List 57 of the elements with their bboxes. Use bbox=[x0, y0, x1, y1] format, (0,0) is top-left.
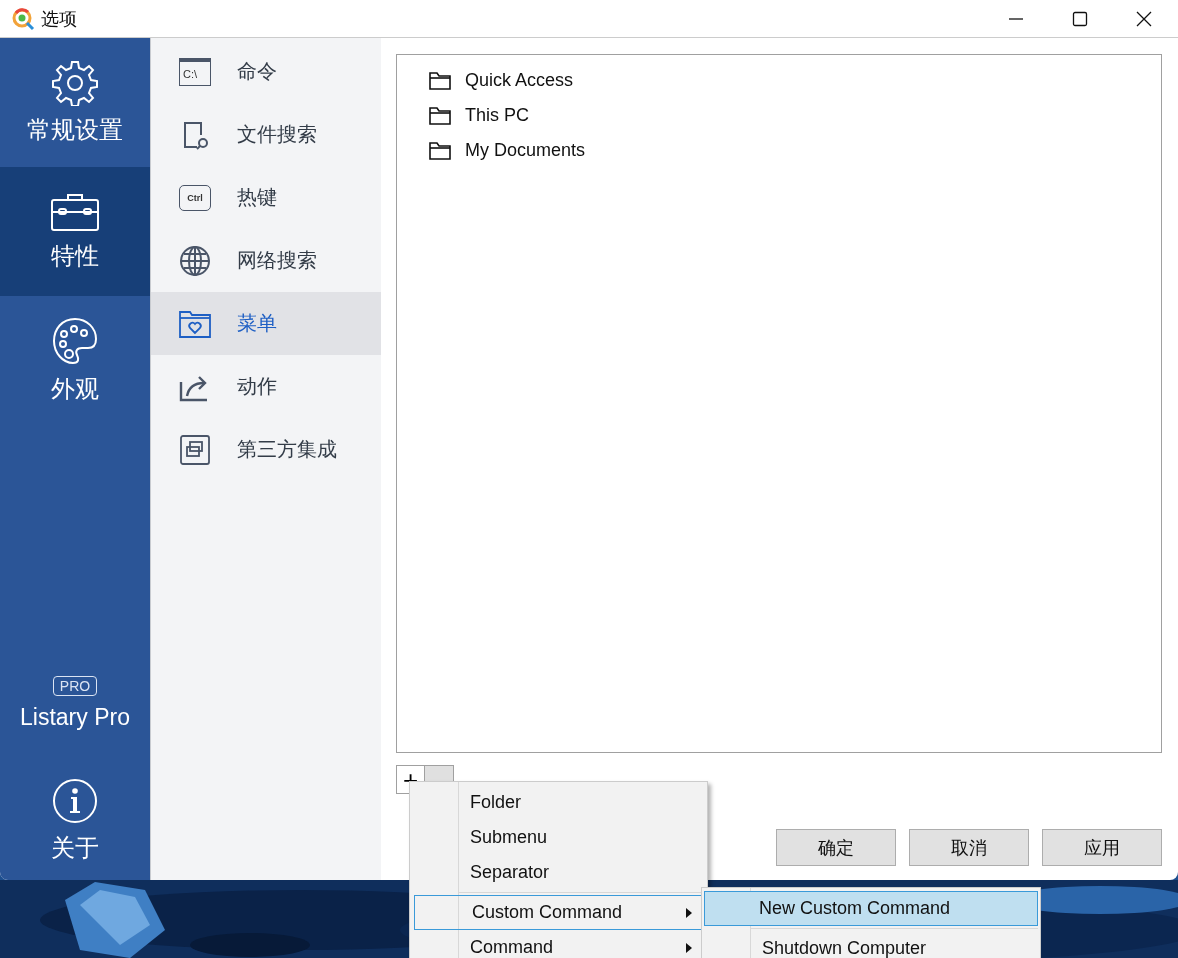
nav-label: 文件搜索 bbox=[237, 122, 317, 147]
menu-item[interactable]: Shutdown Computer bbox=[704, 931, 1038, 958]
toolbox-icon bbox=[50, 191, 100, 232]
nav-item[interactable]: 网络搜索 bbox=[151, 229, 381, 292]
tree-item[interactable]: This PC bbox=[429, 98, 1161, 133]
windows-icon bbox=[179, 434, 211, 465]
menu-item[interactable]: Command bbox=[412, 930, 705, 958]
nav-label: 热键 bbox=[237, 185, 277, 210]
nav-label: 网络搜索 bbox=[237, 248, 317, 273]
sidebar-item[interactable]: 关于 bbox=[0, 762, 150, 880]
menu-item[interactable]: Submenu bbox=[412, 820, 705, 855]
dialog-button[interactable]: 取消 bbox=[909, 829, 1029, 866]
sidebar-item[interactable]: 常规设置 bbox=[0, 38, 150, 167]
gear-icon bbox=[52, 59, 98, 106]
nav-item[interactable]: 文件搜索 bbox=[151, 103, 381, 166]
nav-item[interactable]: 第三方集成 bbox=[151, 418, 381, 481]
sidebar-label: 关于 bbox=[51, 833, 99, 863]
tree-item[interactable]: My Documents bbox=[429, 133, 1161, 168]
folder-icon bbox=[429, 141, 451, 160]
sidebar-item[interactable]: 特性 bbox=[0, 167, 150, 296]
nav-item[interactable]: Ctrl 热键 bbox=[151, 166, 381, 229]
dialog-button[interactable]: 确定 bbox=[776, 829, 896, 866]
nav-item[interactable]: 菜单 bbox=[151, 292, 381, 355]
maximize-icon[interactable] bbox=[1072, 10, 1088, 27]
tree-label: Quick Access bbox=[465, 70, 574, 91]
tree-label: This PC bbox=[465, 105, 529, 126]
submenu-arrow-icon bbox=[686, 943, 692, 953]
folder-heart-icon bbox=[179, 309, 211, 338]
nav-item[interactable]: 动作 bbox=[151, 355, 381, 418]
folder-icon bbox=[429, 106, 451, 125]
palette-icon bbox=[52, 316, 98, 365]
nav-label: 第三方集成 bbox=[237, 437, 337, 462]
sidebar-item[interactable]: 外观 bbox=[0, 296, 150, 425]
app-logo-icon bbox=[11, 6, 35, 31]
folder-icon bbox=[429, 71, 451, 90]
nav-item[interactable]: C:\ 命令 bbox=[151, 40, 381, 103]
sidebar-label: Listary Pro bbox=[20, 703, 130, 731]
sidebar-label: 常规设置 bbox=[27, 114, 123, 145]
sidebar-item[interactable]: PRO Listary Pro bbox=[0, 644, 150, 762]
close-icon[interactable] bbox=[1136, 10, 1152, 27]
key-icon: Ctrl bbox=[179, 184, 211, 211]
nav-label: 动作 bbox=[237, 374, 277, 399]
nav-label: 命令 bbox=[237, 59, 277, 84]
tree-item[interactable]: Quick Access bbox=[429, 63, 1161, 98]
sidebar-label: 外观 bbox=[51, 373, 99, 404]
dialog-button[interactable]: 应用 bbox=[1042, 829, 1162, 866]
globe-icon bbox=[179, 244, 211, 277]
window-title: 选项 bbox=[41, 7, 77, 31]
tree-label: My Documents bbox=[465, 140, 586, 161]
sidebar-label: 特性 bbox=[51, 240, 99, 271]
submenu-arrow-icon bbox=[686, 908, 692, 918]
pro-badge: PRO bbox=[52, 675, 98, 696]
terminal-icon: C:\ bbox=[179, 57, 211, 86]
menu-item[interactable]: New Custom Command bbox=[704, 891, 1038, 926]
menu-item[interactable]: Separator bbox=[412, 855, 705, 890]
info-icon bbox=[52, 778, 98, 824]
nav-label: 菜单 bbox=[237, 311, 277, 336]
